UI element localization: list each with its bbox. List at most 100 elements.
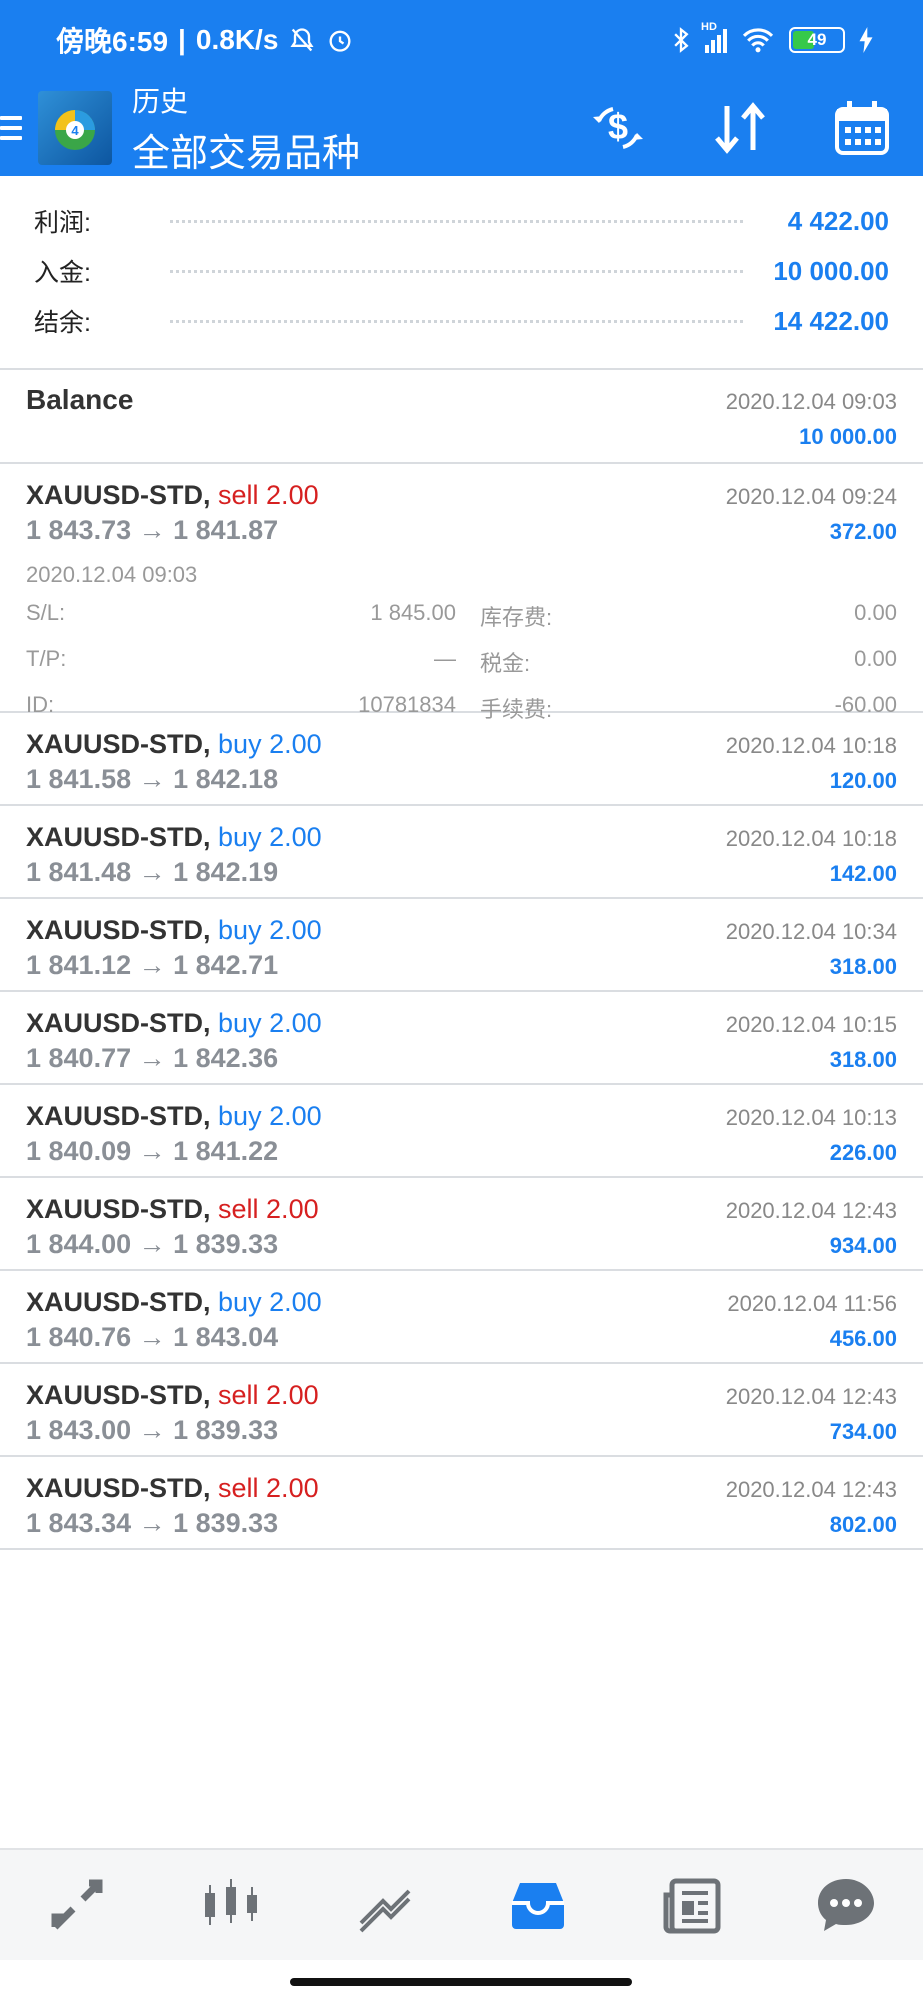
trade-prices: 1 840.09 → 1 841.22 xyxy=(26,1136,279,1166)
trade-symbol: XAUUSD-STD, xyxy=(26,915,211,945)
trade-close-time: 2020.12.04 10:15 xyxy=(725,1012,897,1037)
sort-icon[interactable] xyxy=(709,97,771,159)
chat-icon xyxy=(818,1879,875,1931)
history-list: Balance 2020.12.04 09:03 10 000.00 XAUUS… xyxy=(0,370,923,1550)
app-bar: 4 历史 全部交易品种 $ xyxy=(0,80,923,176)
app-logo: 4 xyxy=(38,91,112,165)
svg-text:$: $ xyxy=(608,106,628,147)
trade-row[interactable]: XAUUSD-STD, buy 2.00 2020.12.04 10:34 1 84… xyxy=(0,899,923,992)
trade-row[interactable]: XAUUSD-STD, buy 2.00 2020.12.04 10:13 1 84… xyxy=(0,1085,923,1178)
summary-profit: 利润: 4 422.00 xyxy=(0,196,923,246)
swap-value: 0.00 xyxy=(854,600,897,625)
trade-side: buy 2.00 xyxy=(218,1287,322,1317)
trade-symbol: XAUUSD-STD, xyxy=(26,729,211,759)
trade-profit: 120.00 xyxy=(829,768,897,793)
trade-side: sell 2.00 xyxy=(218,1473,319,1503)
trade-side: buy 2.00 xyxy=(218,1101,322,1131)
charging-icon xyxy=(859,27,873,53)
trade-prices: 1 844.00 → 1 839.33 xyxy=(26,1229,279,1259)
trade-profit: 226.00 xyxy=(829,1140,897,1165)
trade-profit: 456.00 xyxy=(829,1326,897,1351)
trade-profit: 734.00 xyxy=(829,1419,897,1444)
trade-side: sell 2.00 xyxy=(218,1194,319,1224)
trade-row[interactable]: XAUUSD-STD, buy 2.00 2020.12.04 10:18 1 84… xyxy=(0,713,923,806)
trade-open-time: 2020.12.04 09:03 xyxy=(26,562,198,587)
nav-chat[interactable] xyxy=(806,1865,886,1945)
bluetooth-icon xyxy=(674,27,689,53)
trade-side: buy 2.00 xyxy=(218,915,322,945)
status-time: 傍晚6:59 xyxy=(56,26,169,57)
status-bar: 傍晚6:59 | 0.8K/s HD 49 xyxy=(0,0,923,80)
balance-entry-amount: 10 000.00 xyxy=(799,424,897,449)
trade-side: buy 2.00 xyxy=(218,822,322,852)
balance-entry[interactable]: Balance 2020.12.04 09:03 10 000.00 xyxy=(0,370,923,464)
trade-rows: XAUUSD-STD, buy 2.00 2020.12.04 10:18 1 84… xyxy=(0,713,923,1550)
trade-row[interactable]: XAUUSD-STD, buy 2.00 2020.12.04 11:56 1 84… xyxy=(0,1271,923,1364)
app-titles: 历史 全部交易品种 xyxy=(132,80,360,177)
status-right: HD 49 xyxy=(671,21,873,54)
nav-trade[interactable] xyxy=(345,1865,425,1945)
trade-row[interactable]: XAUUSD-STD, sell 2.00 2020.12.04 12:43 1 8… xyxy=(0,1457,923,1550)
trade-prices: 1 841.48 → 1 842.19 xyxy=(26,857,279,887)
chart-icon xyxy=(204,1879,257,1925)
trade-row[interactable]: XAUUSD-STD, sell 2.00 2020.12.04 12:43 1 8… xyxy=(0,1364,923,1457)
nav-news[interactable] xyxy=(652,1865,732,1945)
trade-row[interactable]: XAUUSD-STD, buy 2.00 2020.12.04 10:15 1 84… xyxy=(0,992,923,1085)
alarm-icon xyxy=(329,30,351,52)
nav-quotes[interactable] xyxy=(37,1865,117,1945)
balance-label: 结余: xyxy=(34,309,91,337)
trade-row[interactable]: XAUUSD-STD, buy 2.00 2020.12.04 10:18 1 84… xyxy=(0,806,923,899)
trade-symbol: XAUUSD-STD, xyxy=(26,480,211,510)
app-actions: $ xyxy=(587,97,893,159)
trade-profit: 802.00 xyxy=(829,1512,897,1537)
trade-profit: 934.00 xyxy=(829,1233,897,1258)
history-icon xyxy=(512,1883,565,1929)
network-speed: 0.8K/s xyxy=(195,24,279,55)
profit-label: 利润: xyxy=(34,209,91,237)
trade-symbol: XAUUSD-STD, xyxy=(26,1287,211,1317)
trade-prices: 1 843.34 → 1 839.33 xyxy=(26,1508,279,1538)
calendar-icon[interactable] xyxy=(831,97,893,159)
trade-row-expanded[interactable]: XAUUSD-STD, sell 2.00 2020.12.04 09:24 1… xyxy=(0,464,923,722)
trade-symbol: XAUUSD-STD, xyxy=(26,1101,211,1131)
trade-prices: 1 841.58 → 1 842.18 xyxy=(26,764,279,794)
menu-icon[interactable] xyxy=(0,116,24,140)
battery-icon: 49 xyxy=(789,27,845,53)
trade-prices: 1 843.00 → 1 839.33 xyxy=(26,1415,279,1445)
trade-close-time: 2020.12.04 10:18 xyxy=(725,826,897,851)
bottom-nav xyxy=(0,1848,923,1960)
trade-row[interactable]: XAUUSD-STD, sell 2.00 2020.12.04 12:43 1 8… xyxy=(0,1178,923,1271)
trade-symbol: XAUUSD-STD, xyxy=(26,1473,211,1503)
trade-close-time: 2020.12.04 12:43 xyxy=(725,1477,897,1502)
tp-label: T/P: xyxy=(26,646,67,671)
currency-exchange-icon[interactable]: $ xyxy=(587,97,649,159)
symbol-filter[interactable]: 全部交易品种 xyxy=(132,122,360,177)
nav-chart[interactable] xyxy=(191,1865,271,1945)
swap-label: 库存费: xyxy=(480,605,553,630)
hd-badge: HD xyxy=(701,21,717,33)
trade-profit: 318.00 xyxy=(829,954,897,979)
trade-profit: 372.00 xyxy=(829,519,897,544)
trade-symbol: XAUUSD-STD, xyxy=(26,1380,211,1410)
deposit-value: 10 000.00 xyxy=(773,255,889,286)
trade-side: buy 2.00 xyxy=(218,729,322,759)
news-icon xyxy=(663,1878,721,1934)
trade-close-time: 2020.12.04 10:13 xyxy=(725,1105,897,1130)
trade-profit: 318.00 xyxy=(829,1047,897,1072)
balance-entry-label: Balance xyxy=(26,384,134,415)
trade-close-time: 2020.12.04 12:43 xyxy=(725,1198,897,1223)
trade-icon xyxy=(359,1889,410,1933)
trade-symbol: XAUUSD-STD, xyxy=(26,1008,211,1038)
battery-level: 49 xyxy=(807,30,827,49)
summary: 利润: 4 422.00 入金: 10 000.00 结余: 14 422.00 xyxy=(0,196,923,346)
trade-prices: 1 840.77 → 1 842.36 xyxy=(26,1043,279,1073)
tp-value: — xyxy=(434,646,456,671)
trade-prices: 1 843.73 → 1 841.87 xyxy=(26,515,279,545)
summary-balance: 结余: 14 422.00 xyxy=(0,296,923,346)
sl-value: 1 845.00 xyxy=(370,600,456,625)
status-left: 傍晚6:59 | 0.8K/s xyxy=(56,20,354,60)
trade-prices: 1 841.12 → 1 842.71 xyxy=(26,950,279,980)
tax-label: 税金: xyxy=(480,651,531,676)
nav-history[interactable] xyxy=(498,1865,578,1945)
profit-value: 4 422.00 xyxy=(787,205,889,236)
